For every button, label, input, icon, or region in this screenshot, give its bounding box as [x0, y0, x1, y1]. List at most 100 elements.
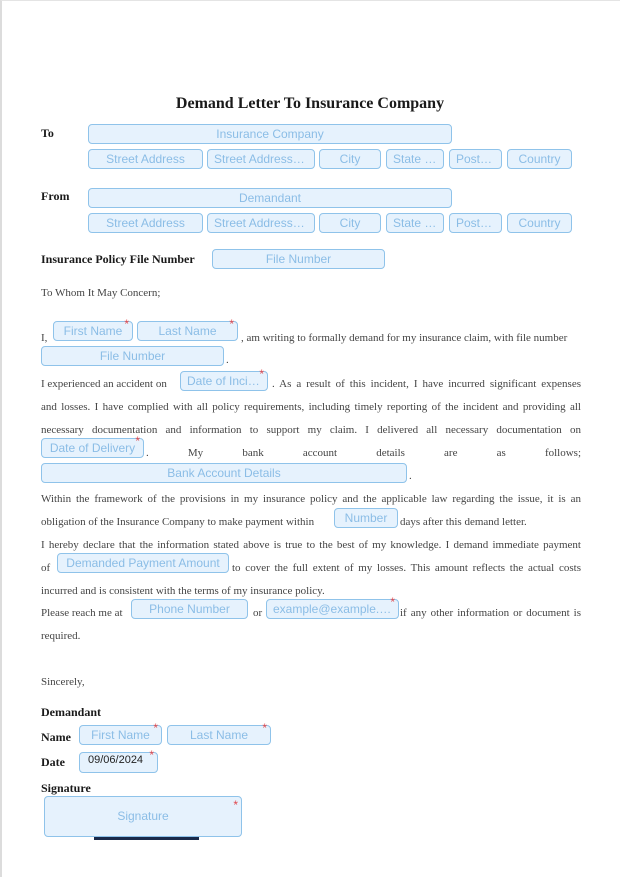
signoff-date-value: 09/06/2024: [88, 754, 144, 766]
from-postal-field[interactable]: Postal / Zip Code: [449, 213, 502, 233]
policy-file-number-placeholder: File Number: [265, 252, 332, 266]
required-asterisk-icon: *: [233, 798, 238, 812]
required-asterisk-icon: *: [153, 721, 158, 735]
from-state-placeholder: State / Province: [393, 216, 443, 230]
required-asterisk-icon: *: [149, 748, 154, 762]
bank-account-details-field[interactable]: Bank Account Details: [41, 463, 407, 483]
date-of-delivery-placeholder: Date of Delivery: [49, 441, 136, 455]
to-city-field[interactable]: City: [319, 149, 381, 169]
from-street2-placeholder: Street Address Line 2: [214, 216, 314, 230]
first-name-field[interactable]: First Name *: [53, 317, 133, 341]
to-postal-placeholder: Postal / Zip Code: [456, 152, 501, 166]
p5-or: or: [253, 607, 263, 619]
p4-line1: I hereby declare that the information st…: [41, 539, 581, 551]
required-asterisk-icon: *: [135, 434, 140, 448]
required-asterisk-icon: *: [229, 317, 234, 331]
policy-file-number-label: Insurance Policy File Number: [41, 252, 195, 266]
date-of-delivery-field[interactable]: Date of Delivery *: [41, 434, 144, 458]
p2-line4: . My bank account details are as follows…: [146, 447, 581, 459]
p5-line2: required.: [41, 630, 81, 642]
signoff-last-name-placeholder: Last Name: [189, 728, 249, 742]
from-country-field[interactable]: Country: [507, 213, 572, 233]
required-asterisk-icon: *: [262, 721, 267, 735]
claim-file-number-field[interactable]: File Number: [41, 346, 224, 366]
from-postal-placeholder: Postal / Zip Code: [456, 216, 501, 230]
bank-account-details-placeholder: Bank Account Details: [167, 466, 281, 480]
from-demandant-placeholder: Demandant: [238, 191, 302, 205]
last-name-placeholder: Last Name: [158, 324, 217, 338]
p4-suffix: to cover the full extent of my losses. T…: [232, 562, 581, 574]
required-asterisk-icon: *: [259, 367, 264, 381]
claim-file-number-placeholder: File Number: [99, 349, 166, 363]
last-name-field[interactable]: Last Name *: [137, 317, 238, 341]
demanded-payment-amount-placeholder: Demanded Payment Amount: [66, 556, 220, 570]
p2-word: bank: [242, 447, 264, 459]
to-label: To: [41, 126, 54, 140]
days-number-field[interactable]: Number: [334, 508, 398, 528]
p5-suffix: if any other information or document is: [400, 607, 581, 619]
period-text: .: [226, 354, 229, 366]
policy-file-number-field[interactable]: File Number: [212, 249, 385, 269]
period-text: .: [409, 470, 412, 482]
date-of-incident-field[interactable]: Date of Incident *: [180, 367, 268, 391]
signoff-last-name-field[interactable]: Last Name *: [167, 721, 271, 745]
p4-prefix: of: [41, 562, 51, 574]
signature-label: Signature: [41, 781, 91, 795]
to-company-field[interactable]: Insurance Company: [88, 124, 452, 144]
signature-placeholder: Signature: [117, 809, 169, 823]
days-number-placeholder: Number: [344, 511, 388, 525]
p2-line2: and losses. I have complied with all pol…: [41, 401, 581, 413]
to-street2-field[interactable]: Street Address Line 2: [207, 149, 315, 169]
p2-word: details: [376, 447, 405, 459]
phone-number-placeholder: Phone Number: [149, 602, 230, 616]
from-street2-field[interactable]: Street Address Line 2: [207, 213, 315, 233]
demanded-payment-amount-field[interactable]: Demanded Payment Amount: [57, 553, 229, 573]
p2-word: are: [444, 447, 458, 459]
to-street2-placeholder: Street Address Line 2: [214, 152, 314, 166]
p2-line1: . As a result of this incident, I have i…: [272, 378, 581, 390]
name-label: Name: [41, 730, 71, 744]
closing-text: Sincerely,: [41, 676, 85, 688]
demandant-heading: Demandant: [41, 705, 102, 719]
p2-word: as: [496, 447, 506, 459]
phone-number-field[interactable]: Phone Number: [131, 599, 248, 619]
date-label: Date: [41, 755, 65, 769]
p3-prefix: obligation of the Insurance Company to m…: [41, 516, 315, 528]
from-state-field[interactable]: State / Province: [386, 213, 444, 233]
signature-pad[interactable]: Signature *: [44, 796, 242, 837]
p2-line3: necessary documentation and information …: [41, 424, 581, 436]
to-street1-field[interactable]: Street Address: [88, 149, 203, 169]
from-city-field[interactable]: City: [319, 213, 381, 233]
from-street1-placeholder: Street Address: [106, 216, 185, 230]
signoff-date-field[interactable]: 09/06/2024 *: [79, 748, 158, 773]
to-street1-placeholder: Street Address: [106, 152, 185, 166]
to-city-placeholder: City: [339, 152, 361, 166]
p3-suffix: days after this demand letter.: [400, 516, 527, 528]
signoff-first-name-placeholder: First Name: [91, 728, 150, 742]
to-company-placeholder: Insurance Company: [216, 127, 324, 141]
from-demandant-field[interactable]: Demandant: [88, 188, 452, 208]
p5-prefix: Please reach me at: [41, 607, 123, 619]
signoff-first-name-field[interactable]: First Name *: [79, 721, 162, 745]
p3-line1: Within the framework of the provisions i…: [41, 493, 581, 505]
date-of-incident-placeholder: Date of Incident: [187, 374, 267, 388]
email-field[interactable]: example@example.com *: [266, 596, 399, 619]
from-city-placeholder: City: [339, 216, 361, 230]
p1-prefix: I,: [41, 332, 48, 344]
to-country-placeholder: Country: [518, 152, 561, 166]
document-title: Demand Letter To Insurance Company: [175, 95, 445, 112]
from-street1-field[interactable]: Street Address: [88, 213, 203, 233]
from-country-placeholder: Country: [518, 216, 561, 230]
to-state-field[interactable]: State / Province: [386, 149, 444, 169]
p2-word: follows;: [544, 447, 581, 459]
p2-word: .: [146, 447, 149, 459]
greeting-text: To Whom It May Concern;: [41, 287, 161, 299]
email-placeholder: example@example.com: [273, 602, 398, 616]
p2-prefix: I experienced an accident on: [41, 378, 167, 390]
signature-underline: [94, 837, 199, 840]
to-country-field[interactable]: Country: [507, 149, 572, 169]
to-postal-field[interactable]: Postal / Zip Code: [449, 149, 502, 169]
required-asterisk-icon: *: [124, 317, 129, 331]
p2-word: account: [302, 447, 338, 459]
first-name-placeholder: First Name: [63, 324, 123, 338]
